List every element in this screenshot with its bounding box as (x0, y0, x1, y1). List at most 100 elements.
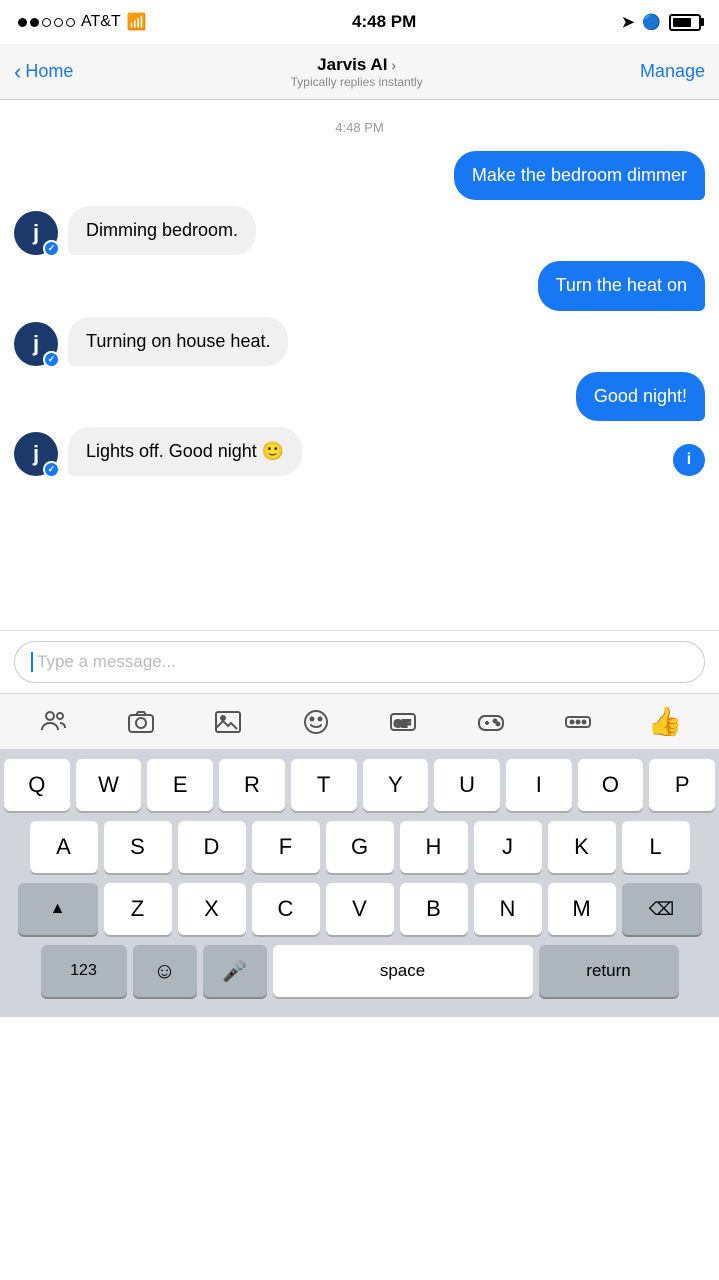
status-right: ➤ 🔵 (622, 13, 701, 31)
status-left: AT&T 📶 (18, 12, 147, 32)
message-bubble: Turn the heat on (538, 261, 705, 310)
key-m[interactable]: M (548, 883, 616, 935)
key-x[interactable]: X (178, 883, 246, 935)
key-s[interactable]: S (104, 821, 172, 873)
message-bubble: Dimming bedroom. (68, 206, 256, 255)
chat-title[interactable]: Jarvis AI › (291, 55, 423, 75)
shift-key[interactable]: ▲ (18, 883, 98, 935)
avatar: j ✓ (14, 322, 58, 366)
camera-icon[interactable] (118, 699, 164, 745)
signal-dots (18, 18, 75, 27)
key-n[interactable]: N (474, 883, 542, 935)
camera-svg (127, 708, 155, 736)
key-k[interactable]: K (548, 821, 616, 873)
contacts-svg (40, 708, 68, 736)
key-v[interactable]: V (326, 883, 394, 935)
chevron-right-icon: › (391, 57, 396, 73)
emoji-keyboard-key[interactable]: ☺ (133, 945, 197, 997)
message-bubble: Turning on house heat. (68, 317, 288, 366)
manage-button[interactable]: Manage (640, 61, 705, 82)
status-time: 4:48 PM (352, 12, 416, 32)
battery-indicator (669, 14, 701, 31)
location-icon: ➤ (622, 13, 635, 31)
avatar-letter: j (33, 331, 39, 357)
emoji-icon[interactable] (293, 699, 339, 745)
signal-dot-4 (54, 18, 63, 27)
avatar: j ✓ (14, 432, 58, 476)
svg-text:GIF: GIF (394, 719, 411, 730)
messenger-check-icon: ✓ (48, 354, 56, 365)
messenger-badge: ✓ (43, 240, 60, 257)
message-bubble: Make the bedroom dimmer (454, 151, 705, 200)
chat-area: 4:48 PM Make the bedroom dimmer j ✓ Dimm… (0, 100, 719, 630)
key-c[interactable]: C (252, 883, 320, 935)
keyboard-row-1: Q W E R T Y U I O P (4, 759, 715, 811)
messenger-badge: ✓ (43, 461, 60, 478)
back-button[interactable]: ‹ Home (14, 59, 73, 85)
back-label: Home (25, 61, 73, 82)
message-row: j ✓ Dimming bedroom. (14, 206, 705, 255)
key-w[interactable]: W (76, 759, 142, 811)
message-row: j ✓ Turning on house heat. (14, 317, 705, 366)
key-y[interactable]: Y (363, 759, 429, 811)
signal-dot-1 (18, 18, 27, 27)
key-h[interactable]: H (400, 821, 468, 873)
key-d[interactable]: D (178, 821, 246, 873)
message-row: Good night! (14, 372, 705, 421)
numbers-key[interactable]: 123 (41, 945, 127, 997)
photo-icon[interactable] (205, 699, 251, 745)
chat-timestamp: 4:48 PM (0, 120, 719, 135)
key-u[interactable]: U (434, 759, 500, 811)
key-a[interactable]: A (30, 821, 98, 873)
emoji-svg (302, 708, 330, 736)
keyboard-row-3: ▲ Z X C V B N M ⌫ (4, 883, 715, 935)
keyboard-row-4: 123 ☺ 🎤 space return (4, 945, 715, 1003)
contacts-icon[interactable] (31, 699, 77, 745)
key-q[interactable]: Q (4, 759, 70, 811)
gif-svg: GIF (389, 708, 417, 736)
signal-dot-2 (30, 18, 39, 27)
more-svg (564, 708, 592, 736)
space-key[interactable]: space (273, 945, 533, 997)
messenger-badge: ✓ (43, 351, 60, 368)
key-t[interactable]: T (291, 759, 357, 811)
key-b[interactable]: B (400, 883, 468, 935)
message-input-area: Type a message... (0, 630, 719, 693)
back-arrow-icon: ‹ (14, 59, 21, 85)
message-input[interactable]: Type a message... (14, 641, 705, 683)
more-icon[interactable] (555, 699, 601, 745)
microphone-key[interactable]: 🎤 (203, 945, 267, 997)
info-button[interactable]: i (673, 444, 705, 476)
battery-fill (673, 18, 691, 27)
key-z[interactable]: Z (104, 883, 172, 935)
bluetooth-icon: 🔵 (642, 13, 661, 31)
chat-subtitle: Typically replies instantly (291, 75, 423, 89)
carrier-label: AT&T (81, 13, 121, 31)
message-bubble: Good night! (576, 372, 705, 421)
key-g[interactable]: G (326, 821, 394, 873)
keyboard-row-2: A S D F G H J K L (4, 821, 715, 873)
avatar-letter: j (33, 441, 39, 467)
input-placeholder: Type a message... (37, 652, 176, 672)
message-row: Turn the heat on (14, 261, 705, 310)
key-i[interactable]: I (506, 759, 572, 811)
key-p[interactable]: P (649, 759, 715, 811)
keyboard: Q W E R T Y U I O P A S D F G H J K L ▲ … (0, 749, 719, 1017)
backspace-key[interactable]: ⌫ (622, 883, 702, 935)
key-o[interactable]: O (578, 759, 644, 811)
game-icon[interactable] (468, 699, 514, 745)
key-j[interactable]: J (474, 821, 542, 873)
like-button[interactable]: 👍 (642, 699, 688, 745)
key-r[interactable]: R (219, 759, 285, 811)
photo-svg (214, 708, 242, 736)
message-bubble: Lights off. Good night 🙂 (68, 427, 302, 476)
gif-icon[interactable]: GIF (380, 699, 426, 745)
messenger-check-icon: ✓ (48, 243, 56, 254)
return-key[interactable]: return (539, 945, 679, 997)
signal-dot-5 (66, 18, 75, 27)
key-f[interactable]: F (252, 821, 320, 873)
avatar: j ✓ (14, 211, 58, 255)
status-bar: AT&T 📶 4:48 PM ➤ 🔵 (0, 0, 719, 44)
key-e[interactable]: E (147, 759, 213, 811)
key-l[interactable]: L (622, 821, 690, 873)
